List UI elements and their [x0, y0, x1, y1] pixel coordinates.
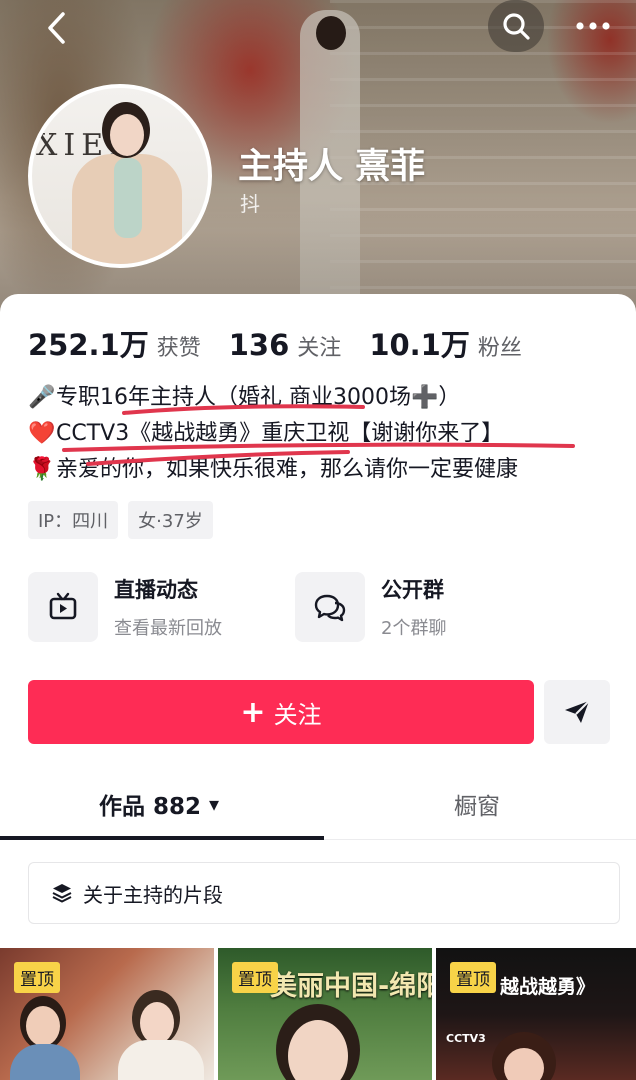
stat-label: 粉丝	[477, 336, 522, 361]
shortcut-subtitle: 2个群聊	[381, 618, 447, 639]
heart-icon: ❤️	[28, 421, 56, 446]
bio-line: ❤️CCTV3《越战越勇》重庆卫视【谢谢你来了】	[28, 416, 618, 452]
profile-card: 252.1万 获赞 136 关注 10.1万 粉丝 🎤专职16年主持人（婚礼 商…	[0, 294, 636, 1080]
content-tabs: 作品 882 ▾ 橱窗	[0, 768, 636, 840]
platform-tag: 抖	[240, 192, 260, 216]
pinned-badge: 置顶	[450, 962, 496, 993]
tab-label: 作品 882	[98, 794, 201, 820]
active-tab-indicator	[0, 836, 324, 840]
stat-following[interactable]: 136 关注	[229, 328, 342, 362]
live-updates-shortcut[interactable]: 直播动态 查看最新回放	[28, 570, 222, 644]
stat-likes[interactable]: 252.1万 获赞	[28, 322, 201, 364]
stats-row: 252.1万 获赞 136 关注 10.1万 粉丝	[28, 322, 522, 364]
pinned-badge: 置顶	[14, 962, 60, 993]
profile-cover: XIEF 主持人 熹菲 抖	[0, 0, 636, 330]
tv-icon	[49, 592, 77, 620]
layers-icon	[52, 884, 72, 903]
share-button[interactable]	[544, 680, 610, 744]
follow-button[interactable]: + 关注	[28, 680, 534, 744]
microphone-icon: 🎤	[28, 385, 56, 410]
video-thumbnail[interactable]: 置顶	[0, 948, 214, 1080]
pinned-badge: 置顶	[232, 962, 278, 993]
search-button[interactable]	[488, 0, 544, 52]
stat-followers[interactable]: 10.1万 粉丝	[369, 322, 522, 364]
caret-down-icon: ▾	[208, 792, 220, 816]
video-grid: 置顶 美丽中国-绵阳 置顶 CCTV3 越战越勇》 置顶	[0, 948, 636, 1080]
bio-text: 专职16年主持人（婚礼 商业3000场➕）	[56, 385, 461, 410]
tab-works[interactable]: 作品 882 ▾	[0, 768, 318, 840]
avatar[interactable]: XIEF	[28, 84, 212, 268]
video-thumbnail[interactable]: CCTV3 越战越勇》 置顶	[436, 948, 636, 1080]
collection-label: 关于主持的片段	[83, 882, 223, 907]
plus-icon: +	[240, 694, 266, 730]
bio: 🎤专职16年主持人（婚礼 商业3000场➕） ❤️CCTV3《越战越勇》重庆卫视…	[28, 380, 618, 488]
more-dots-icon	[576, 22, 610, 30]
shortcut-subtitle: 查看最新回放	[114, 618, 222, 639]
send-icon	[565, 700, 590, 723]
video-caption: 美丽中国-绵阳	[270, 971, 432, 1002]
stat-value: 10.1万	[369, 328, 470, 362]
tab-showcase[interactable]: 橱窗	[318, 768, 636, 840]
rose-icon: 🌹	[28, 457, 56, 482]
profile-tags: IP：四川 女·37岁	[28, 501, 223, 539]
back-button[interactable]	[36, 8, 76, 48]
bio-text: CCTV3《越战越勇》重庆卫视【谢谢你来了】	[56, 421, 504, 446]
shortcut-title: 直播动态	[114, 578, 198, 602]
shortcut-title: 公开群	[381, 578, 444, 602]
tab-label: 橱窗	[454, 794, 500, 820]
cctv3-logo: CCTV3	[446, 1032, 486, 1045]
stat-label: 获赞	[156, 336, 201, 361]
profile-name: 主持人 熹菲	[238, 147, 426, 187]
video-thumbnail[interactable]: 美丽中国-绵阳 置顶	[218, 948, 432, 1080]
bio-line: 🎤专职16年主持人（婚礼 商业3000场➕）	[28, 380, 618, 416]
collection-entry[interactable]: 关于主持的片段	[28, 862, 620, 924]
chat-bubbles-icon	[314, 594, 346, 622]
gender-age-tag: 女·37岁	[128, 501, 213, 539]
search-icon	[503, 13, 530, 40]
more-button[interactable]	[568, 6, 618, 46]
ip-location-tag: IP：四川	[28, 501, 119, 539]
bio-line: 🌹亲爱的你，如果快乐很难，那么请你一定要健康	[28, 452, 618, 488]
shortcuts-row: 直播动态 查看最新回放 公开群 2个群聊	[28, 570, 608, 644]
chevron-left-icon	[48, 12, 65, 44]
stat-value: 252.1万	[28, 328, 149, 362]
video-caption: 越战越勇》	[500, 976, 596, 998]
stat-value: 136	[228, 328, 290, 362]
follow-label: 关注	[273, 700, 322, 729]
stat-label: 关注	[297, 336, 342, 361]
public-group-shortcut[interactable]: 公开群 2个群聊	[295, 570, 446, 644]
bio-text: 亲爱的你，如果快乐很难，那么请你一定要健康	[56, 457, 519, 482]
